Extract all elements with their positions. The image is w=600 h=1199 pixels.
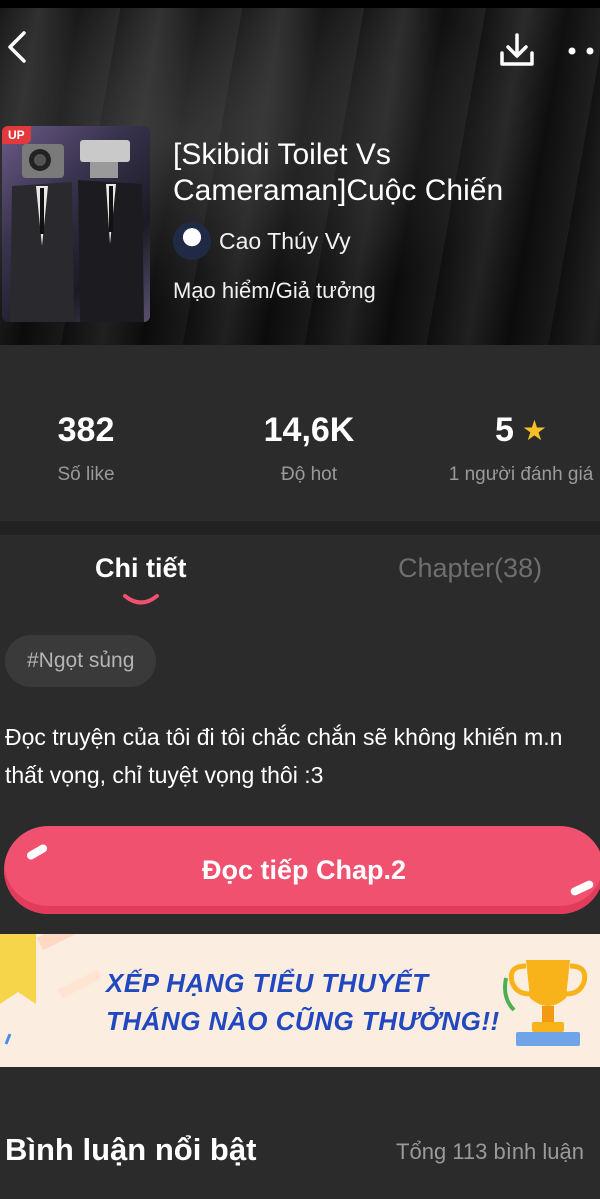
rating-value-row: 5 ★ <box>446 411 596 450</box>
hot-count: 14,6K <box>263 411 355 449</box>
stat-rating[interactable]: 5 ★ 1 người đánh giá <box>446 411 596 486</box>
back-button[interactable] <box>0 25 34 69</box>
likes-label: Số like <box>57 464 115 485</box>
download-button[interactable] <box>494 28 540 72</box>
more-icon <box>568 47 594 55</box>
stats-section: 382 Số like 14,6K Độ hot 5 ★ 1 người đán… <box>0 345 600 521</box>
back-icon <box>8 31 26 63</box>
more-button[interactable] <box>562 34 600 68</box>
cover-image[interactable]: UP <box>2 126 150 322</box>
button-gloss-left <box>25 843 49 861</box>
tab-bar: Chi tiết Chapter(38) <box>0 535 600 610</box>
author-avatar[interactable] <box>173 222 211 260</box>
author-row[interactable]: Cao Thúy Vy <box>173 222 351 260</box>
genre-tag[interactable]: #Ngọt sủng <box>5 635 157 687</box>
star-icon: ★ <box>521 415 548 446</box>
story-description: Đọc truyện của tôi đi tôi chắc chắn sẽ k… <box>5 724 563 788</box>
continue-reading-button[interactable]: Đọc tiếp Chap.2 <box>4 826 600 914</box>
rating-value: 5 <box>494 411 514 449</box>
section-divider <box>0 521 600 535</box>
hot-label: Độ hot <box>281 464 337 485</box>
ribbon-icon <box>0 934 100 1045</box>
banner-text: XẾP HẠNG TIỂU THUYẾT THÁNG NÀO CŨNG THƯỞ… <box>106 964 500 1040</box>
story-title: [Skibidi Toilet Vs Cameraman]Cuộc Chiến <box>173 138 504 207</box>
download-icon <box>500 33 534 66</box>
story-genre: Mạo hiểm/Giả tưởng <box>173 278 376 303</box>
stat-likes: 382 Số like <box>36 411 136 486</box>
status-bar <box>0 0 600 8</box>
banner-line-2: THÁNG NÀO CŨNG THƯỞNG!! <box>106 1006 500 1036</box>
update-badge: UP <box>2 126 31 144</box>
tab-chapter[interactable]: Chapter(38) <box>398 553 542 584</box>
stat-hot: 14,6K Độ hot <box>234 411 384 486</box>
cover-artwork <box>10 140 144 322</box>
trophy-icon <box>503 960 588 1046</box>
author-name[interactable]: Cao Thúy Vy <box>219 228 351 255</box>
banner-line-1: XẾP HẠNG TIỂU THUYẾT <box>106 968 429 998</box>
rating-label: 1 người đánh giá <box>448 464 594 485</box>
comments-count[interactable]: Tổng 113 bình luận <box>396 1139 584 1165</box>
tab-detail[interactable]: Chi tiết <box>95 553 187 584</box>
comments-section-header: Bình luận nổi bật Tổng 113 bình luận <box>0 1067 600 1199</box>
comments-title: Bình luận nổi bật <box>5 1132 257 1167</box>
likes-count: 382 <box>57 411 115 449</box>
continue-reading-label: Đọc tiếp Chap.2 <box>201 854 407 885</box>
tab-active-indicator <box>123 594 159 605</box>
button-gloss-right <box>569 879 595 897</box>
story-header: UP [Skibidi Toilet Vs Cameraman]Cuộc Chi… <box>0 0 600 345</box>
ranking-banner[interactable]: XẾP HẠNG TIỂU THUYẾT THÁNG NÀO CŨNG THƯỞ… <box>0 934 600 1067</box>
